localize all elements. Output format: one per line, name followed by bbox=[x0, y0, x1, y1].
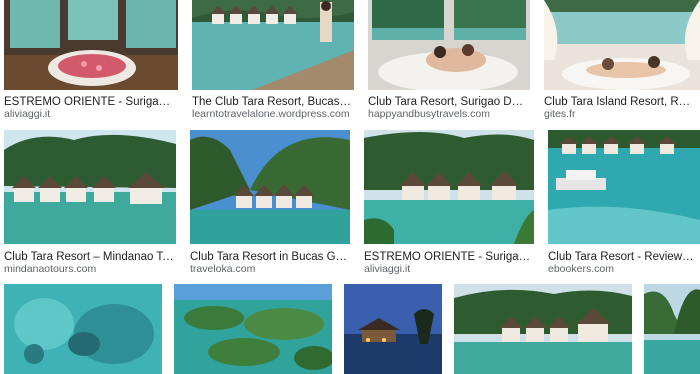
result-caption[interactable]: Club Tara Resort – Mindanao Tours bbox=[4, 250, 174, 264]
result-source[interactable]: mindanaotours.com bbox=[4, 263, 96, 276]
image-result-4[interactable]: Club Tara Island Resort, Residenza di va… bbox=[544, 0, 700, 120]
result-source[interactable]: learntotravelalone.wordpress.com bbox=[192, 108, 350, 121]
result-caption[interactable]: Club Tara Resort in Bucas Grande Island,… bbox=[190, 250, 348, 264]
result-caption[interactable]: Club Tara Resort, Surigao Del Norte - Ha… bbox=[368, 95, 528, 109]
result-caption[interactable]: The Club Tara Resort, Bucas Grande, Soco… bbox=[192, 95, 352, 109]
result-source[interactable]: traveloka.com bbox=[190, 263, 255, 276]
image-result-13[interactable] bbox=[644, 284, 700, 374]
result-source[interactable]: gites.fr bbox=[544, 108, 576, 121]
image-result-11[interactable] bbox=[344, 284, 442, 374]
image-result-10[interactable] bbox=[174, 284, 332, 374]
thumbnail-image[interactable] bbox=[364, 130, 534, 244]
result-source[interactable]: aliviaggi.it bbox=[4, 108, 50, 121]
thumbnail-image[interactable] bbox=[4, 130, 176, 244]
result-caption[interactable]: Club Tara Resort - Reviews, Photos & R..… bbox=[548, 250, 698, 264]
image-result-2[interactable]: The Club Tara Resort, Bucas Grande, Soco… bbox=[192, 0, 354, 120]
result-caption[interactable]: Club Tara Island Resort, Residenza di va… bbox=[544, 95, 696, 109]
thumbnail-image[interactable] bbox=[454, 284, 632, 374]
thumbnail-image[interactable] bbox=[344, 284, 442, 374]
thumbnail-image[interactable] bbox=[548, 130, 700, 244]
thumbnail-image[interactable] bbox=[544, 0, 700, 90]
image-result-6[interactable]: Club Tara Resort in Bucas Grande Island,… bbox=[190, 130, 350, 275]
image-result-12[interactable] bbox=[454, 284, 632, 374]
thumbnail-image[interactable] bbox=[174, 284, 332, 374]
result-source[interactable]: ebookers.com bbox=[548, 263, 614, 276]
thumbnail-image[interactable] bbox=[368, 0, 530, 90]
image-result-8[interactable]: Club Tara Resort - Reviews, Photos & R..… bbox=[548, 130, 700, 275]
result-caption[interactable]: ESTREMO ORIENTE - Surigao - hotel CLUB T… bbox=[364, 250, 532, 264]
result-caption[interactable]: ESTREMO ORIENTE - Surigao - hotel CLUB T… bbox=[4, 95, 174, 109]
image-result-7[interactable]: ESTREMO ORIENTE - Surigao - hotel CLUB T… bbox=[364, 130, 534, 275]
thumbnail-image[interactable] bbox=[190, 130, 350, 244]
thumbnail-image[interactable] bbox=[4, 284, 162, 374]
thumbnail-image[interactable] bbox=[192, 0, 354, 90]
thumbnail-image[interactable] bbox=[4, 0, 178, 90]
result-source[interactable]: aliviaggi.it bbox=[364, 263, 410, 276]
image-result-3[interactable]: Club Tara Resort, Surigao Del Norte - Ha… bbox=[368, 0, 530, 120]
image-result-1[interactable]: ESTREMO ORIENTE - Surigao - hotel CLUB T… bbox=[4, 0, 178, 120]
image-result-5[interactable]: Club Tara Resort – Mindanao Tours mindan… bbox=[4, 130, 176, 275]
result-source[interactable]: happyandbusytravels.com bbox=[368, 108, 490, 121]
image-result-9[interactable] bbox=[4, 284, 162, 374]
thumbnail-image[interactable] bbox=[644, 284, 700, 374]
